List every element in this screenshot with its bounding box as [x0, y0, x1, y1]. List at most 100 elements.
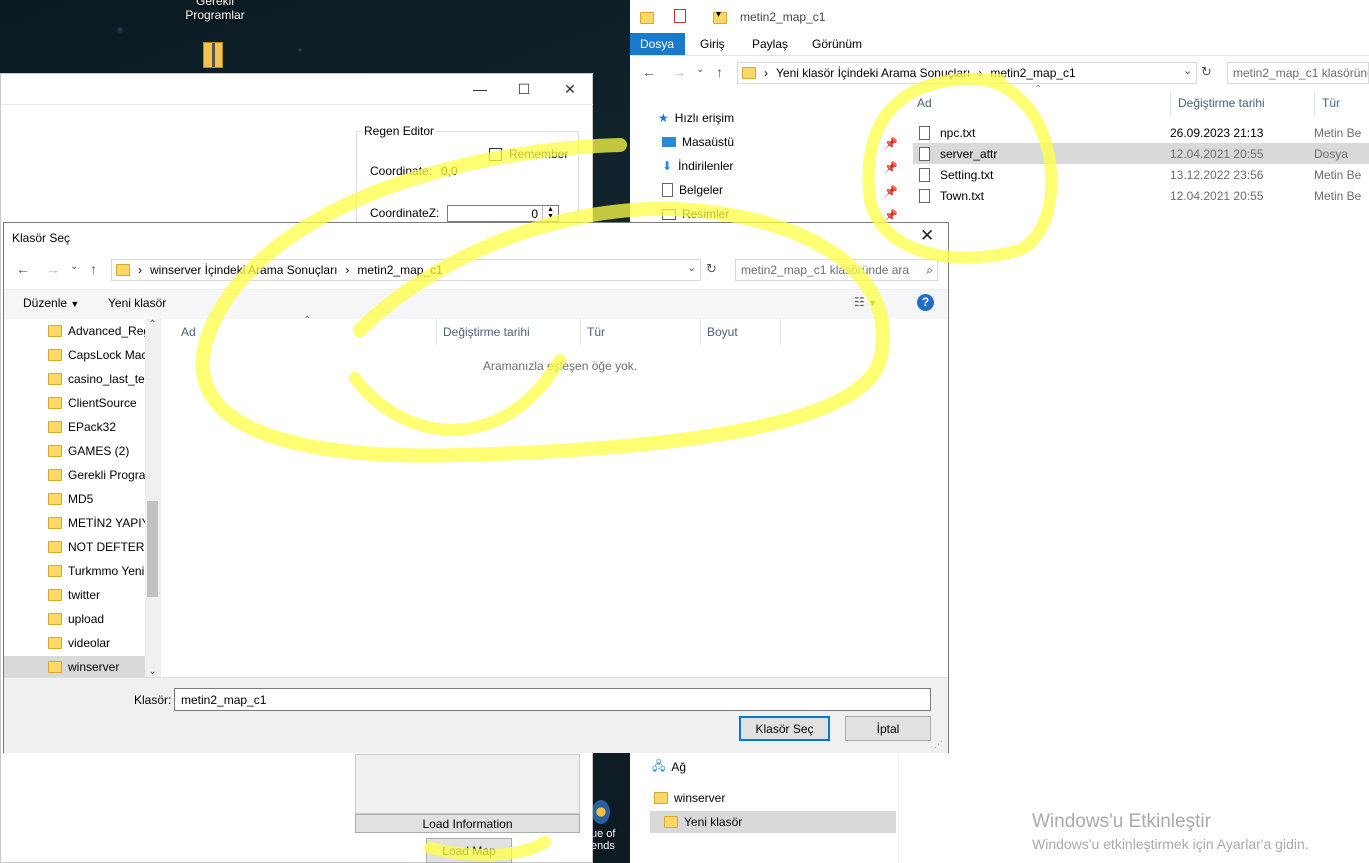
close-button[interactable]: ✕	[547, 74, 593, 104]
desktop-app-icon[interactable]	[592, 800, 610, 824]
refresh-icon[interactable]: ↻	[706, 261, 717, 277]
breadcrumb-search-results[interactable]: winserver İçindeki Arama Sonuçları	[150, 263, 337, 277]
tree-item[interactable]: EPack32	[48, 416, 148, 438]
tree-item[interactable]: upload	[48, 608, 148, 630]
back-arrow-icon[interactable]: ←	[642, 64, 656, 80]
maximize-button[interactable]: ☐	[501, 74, 547, 104]
recent-dropdown-icon[interactable]: ⌄	[70, 261, 78, 272]
tab-giris[interactable]: Giriş	[690, 33, 735, 55]
nav-new-folder[interactable]: Yeni klasör	[650, 811, 896, 833]
group-title: Regen Editor	[364, 124, 435, 138]
file-list[interactable]: ⌃ Ad Değiştirme tarihi Tür Boyut Aramanı…	[161, 315, 948, 677]
download-icon: ⬇	[662, 159, 673, 173]
nav-downloads[interactable]: ⬇ İndirilenler	[662, 155, 733, 177]
address-bar[interactable]: › Yeni klasör İçindeki Arama Sonuçları ›…	[737, 62, 1197, 84]
pin-icon[interactable]: 📌	[884, 185, 898, 198]
file-row[interactable]: npc.txt 26.09.2023 21:13 Metin Be	[913, 122, 1369, 143]
tree-item[interactable]: GAMES (2)	[48, 440, 148, 462]
minimize-button[interactable]: —	[457, 74, 503, 104]
tree-label: ClientSource	[68, 396, 137, 410]
up-arrow-icon[interactable]: ↑	[716, 64, 723, 80]
file-row-selected[interactable]: server_attr 12.04.2021 20:55 Dosya	[913, 143, 1369, 164]
back-arrow-icon[interactable]: ←	[16, 261, 30, 277]
address-dropdown-icon[interactable]: ⌄	[1183, 64, 1192, 77]
col-type[interactable]: Tür	[1322, 96, 1340, 110]
spinner-arrows-icon[interactable]: ▲ ▼	[542, 206, 558, 221]
dialog-address-bar[interactable]: › winserver İçindeki Arama Sonuçları › m…	[111, 259, 701, 281]
col-date[interactable]: Değiştirme tarihi	[437, 319, 581, 345]
col-type[interactable]: Tür	[581, 319, 701, 345]
col-ad[interactable]: Ad	[917, 96, 932, 110]
remember-checkbox[interactable]	[489, 148, 502, 161]
folder-icon	[48, 541, 62, 553]
nav-quick-access[interactable]: ★ Hızlı erişim	[658, 107, 734, 129]
new-folder-button[interactable]: Yeni klasör	[108, 296, 166, 310]
nav-network[interactable]: 🖧 Ağ	[652, 756, 686, 778]
folder-name-input[interactable]: metin2_map_c1	[174, 688, 931, 711]
tree-item[interactable]: METİN2 YAPIYO	[48, 512, 148, 534]
organize-menu[interactable]: Düzenle ▼	[23, 296, 79, 310]
col-size[interactable]: Boyut	[701, 319, 781, 345]
load-map-button[interactable]: Load Map	[426, 838, 512, 863]
activation-watermark-subtitle: Windows'u etkinleştirmek için Ayarlar'a …	[1032, 836, 1309, 852]
file-row[interactable]: Town.txt 12.04.2021 20:55 Metin Be	[913, 185, 1369, 206]
help-icon[interactable]: ?	[917, 294, 934, 311]
search-icon[interactable]: ⌕	[926, 263, 933, 278]
tree-item[interactable]: NOT DEFTERLE	[48, 536, 148, 558]
nav-winserver[interactable]: winserver	[654, 787, 725, 809]
coordinatez-input[interactable]: 0 ▲ ▼	[447, 205, 559, 222]
recent-dropdown-icon[interactable]: ⌄	[696, 64, 704, 75]
pin-icon[interactable]: 📌	[884, 209, 898, 222]
forward-arrow-icon[interactable]: →	[672, 64, 686, 80]
tab-gorunum[interactable]: Görünüm	[802, 33, 872, 55]
network-icon: 🖧	[652, 758, 666, 773]
tree-label: NOT DEFTERLE	[68, 540, 148, 554]
scrollbar-thumb[interactable]	[147, 501, 158, 597]
cancel-button[interactable]: İptal	[845, 716, 931, 741]
zip-folder-icon[interactable]	[203, 42, 223, 68]
address-dropdown-icon[interactable]: ⌄	[687, 261, 696, 274]
nav-desktop[interactable]: Masaüstü	[662, 131, 734, 153]
tree-item[interactable]: CapsLock Mac	[48, 344, 148, 366]
load-information-button[interactable]: Load Information	[355, 814, 580, 833]
col-date[interactable]: Değiştirme tarihi	[1178, 96, 1265, 110]
breadcrumb-folder[interactable]: metin2_map_c1	[990, 66, 1075, 80]
dialog-search-box[interactable]: metin2_map_c1 klasöründe ara ⌕	[735, 259, 938, 281]
search-box[interactable]: metin2_map_c1 klasöründe	[1227, 62, 1369, 84]
select-folder-button[interactable]: Klasör Seç	[739, 716, 830, 741]
scroll-down-icon[interactable]: ⌄	[145, 666, 160, 677]
pin-icon[interactable]: 📌	[884, 137, 898, 150]
tab-dosya[interactable]: Dosya	[630, 33, 685, 55]
tree-item[interactable]: casino_last_tes	[48, 368, 148, 390]
resize-grip-icon[interactable]: ⋰	[934, 739, 943, 750]
tree-item[interactable]: twitter	[48, 584, 148, 606]
col-ad[interactable]: Ad	[175, 319, 437, 345]
organize-label: Düzenle	[23, 296, 68, 310]
scroll-up-icon[interactable]: ⌃	[145, 319, 160, 330]
tab-paylas[interactable]: Paylaş	[742, 33, 798, 55]
view-options-icon[interactable]: ☷ ▼	[854, 295, 877, 309]
tree-scrollbar[interactable]: ⌃ ⌄	[145, 319, 160, 677]
file-row[interactable]: Setting.txt 13.12.2022 23:56 Metin Be	[913, 164, 1369, 185]
tree-item[interactable]: videolar	[48, 632, 148, 654]
refresh-icon[interactable]: ↻	[1201, 64, 1212, 80]
tree-item-selected[interactable]: winserver	[4, 656, 145, 678]
tree-item[interactable]: Advanced_Reg	[48, 320, 148, 342]
file-date: 12.04.2021 20:55	[1170, 188, 1264, 203]
tree-item[interactable]: MD5	[48, 488, 148, 510]
nav-documents[interactable]: Belgeler	[662, 179, 723, 201]
quick-access-dropdown-icon[interactable]: ▾	[716, 9, 721, 20]
pin-icon[interactable]: 📌	[884, 161, 898, 174]
tree-item[interactable]: ClientSource	[48, 392, 148, 414]
up-arrow-icon[interactable]: ↑	[90, 261, 97, 277]
properties-icon[interactable]	[674, 9, 686, 23]
breadcrumb-search-results[interactable]: Yeni klasör İçindeki Arama Sonuçları	[776, 66, 970, 80]
dialog-close-button[interactable]: ✕	[920, 226, 934, 246]
forward-arrow-icon[interactable]: →	[46, 261, 60, 277]
documents-icon	[662, 183, 673, 197]
tree-item[interactable]: Gerekli Prograr	[48, 464, 148, 486]
tree-item[interactable]: Turkmmo Yeni	[48, 560, 148, 582]
breadcrumb-folder[interactable]: metin2_map_c1	[357, 263, 442, 277]
file-name: Town.txt	[940, 188, 985, 203]
folder-tree[interactable]: Advanced_Reg CapsLock Mac casino_last_te…	[4, 319, 161, 678]
